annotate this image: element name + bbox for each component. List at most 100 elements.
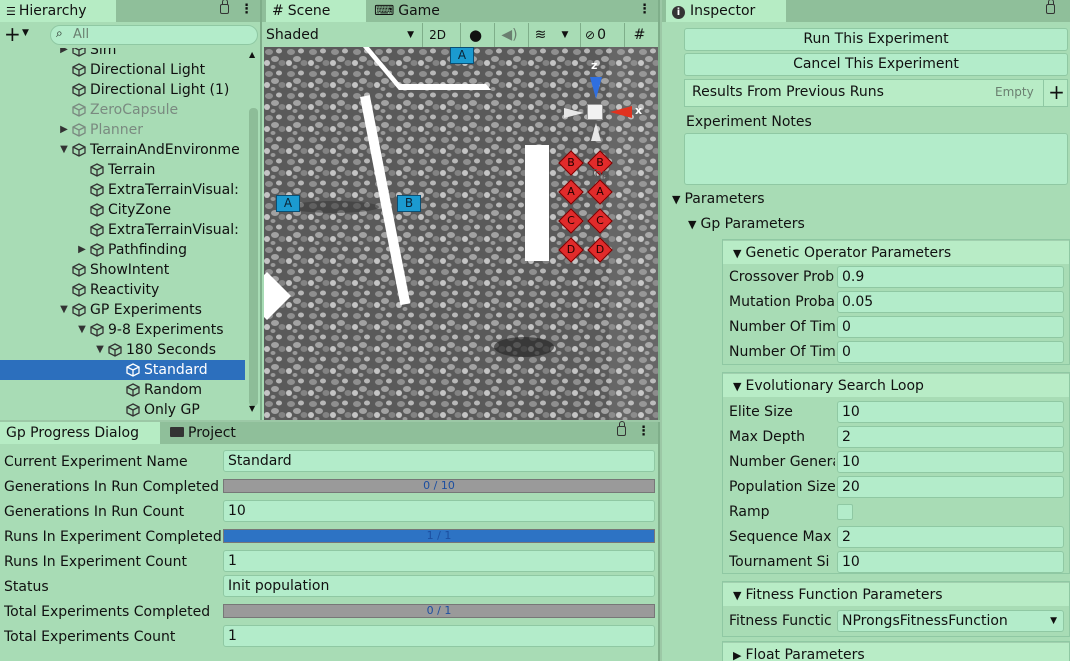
run-experiment-button[interactable]: Run This Experiment [684, 28, 1068, 51]
lock-icon[interactable] [617, 421, 626, 436]
gizmo-neg-z-icon[interactable] [591, 123, 601, 141]
progress-row-field[interactable]: 1 [223, 550, 655, 572]
kebab-menu-icon[interactable]: ⋮ [637, 424, 650, 440]
grid-snap-icon[interactable]: # [624, 23, 654, 47]
hierarchy-item[interactable]: ▼ 9-8 Experiments [0, 320, 245, 340]
hierarchy-item[interactable]: Terrain [0, 160, 245, 180]
expanded-arrow-icon[interactable]: ▼ [58, 140, 70, 160]
search-input[interactable]: ⌕ All [50, 25, 258, 45]
hierarchy-item[interactable]: Directional Light (1) [0, 80, 245, 100]
red-waypoint-marker[interactable]: A [558, 179, 584, 205]
progress-bar: 0 / 1 [223, 604, 655, 618]
add-result-button[interactable]: + [1043, 79, 1069, 107]
blue-waypoint-label[interactable]: A [450, 47, 474, 64]
hierarchy-item[interactable]: ▶ Planner [0, 120, 245, 140]
gizmo-z-axis-icon[interactable] [590, 77, 602, 99]
hierarchy-item[interactable]: ExtraTerrainVisual: [0, 220, 245, 240]
tab-game[interactable]: ⌨ Game [368, 0, 448, 22]
float-parameters-header[interactable]: ▶ Float Parameters [723, 642, 1069, 661]
hierarchy-item[interactable]: ▼ 180 Seconds [0, 340, 245, 360]
hierarchy-item[interactable]: Random [0, 380, 245, 400]
progress-row-field[interactable]: Init population [223, 575, 655, 597]
hierarchy-item[interactable]: ShowIntent [0, 260, 245, 280]
shading-mode-dropdown[interactable]: Shaded ▼ [266, 24, 416, 46]
expanded-arrow-icon[interactable]: ▼ [94, 340, 106, 360]
results-list-header[interactable]: Results From Previous Runs Empty + [684, 79, 1068, 107]
gp-parameters-foldout[interactable]: ▼ Gp Parameters [688, 216, 805, 236]
add-button[interactable]: + [4, 24, 21, 44]
chevron-down-icon[interactable]: ▼ [556, 23, 574, 47]
genetic-operator-header[interactable]: ▼ Genetic Operator Parameters [723, 240, 1069, 264]
hierarchy-item[interactable]: Standard [0, 360, 245, 380]
toggle-2d-button[interactable]: 2D [422, 23, 452, 47]
hierarchy-item[interactable]: ▶ Pathfinding [0, 240, 245, 260]
parameter-field[interactable]: 0.9 [837, 266, 1064, 288]
hierarchy-item[interactable]: CityZone [0, 200, 245, 220]
gizmo-center[interactable] [587, 104, 603, 120]
gizmo-neg-x-icon[interactable] [564, 108, 584, 118]
hierarchy-item[interactable]: Only GP [0, 400, 245, 420]
parameters-foldout[interactable]: ▼ Parameters [672, 191, 765, 211]
red-waypoint-marker[interactable]: A [587, 179, 613, 205]
hierarchy-item[interactable]: ExtraTerrainVisual: [0, 180, 245, 200]
blue-waypoint-label[interactable]: B [397, 195, 421, 212]
tab-scene[interactable]: # Scene [266, 0, 366, 22]
red-waypoint-marker[interactable]: B [558, 150, 584, 176]
parameter-field[interactable]: 10 [837, 451, 1064, 473]
parameter-field[interactable]: 2 [837, 526, 1064, 548]
tab-inspector[interactable]: i Inspector [666, 0, 786, 22]
hierarchy-item[interactable]: Directional Light [0, 60, 245, 80]
audio-icon[interactable]: ◀) [494, 23, 524, 47]
parameter-field[interactable]: 0 [837, 316, 1064, 338]
collapsed-arrow-icon[interactable]: ▶ [58, 120, 70, 140]
progress-row-field[interactable]: 1 [223, 625, 655, 647]
red-waypoint-marker[interactable]: C [587, 208, 613, 234]
progress-row-field[interactable]: 10 [223, 500, 655, 522]
collapsed-arrow-icon[interactable]: ▶ [58, 48, 70, 60]
tab-hierarchy[interactable]: ☰ Hierarchy [0, 0, 116, 22]
red-waypoint-marker[interactable]: D [587, 237, 613, 263]
tab-project[interactable]: Project [164, 422, 264, 444]
scroll-down-icon[interactable]: ▼ [249, 404, 255, 413]
scene-gizmo[interactable]: z x [564, 55, 644, 145]
red-waypoint-marker[interactable]: C [558, 208, 584, 234]
parameter-field[interactable]: 10 [837, 551, 1064, 573]
fitness-function-dropdown[interactable]: NProngsFitnessFunction ▼ [837, 610, 1064, 632]
hierarchy-item[interactable]: Reactivity [0, 280, 245, 300]
parameter-field[interactable]: 2 [837, 426, 1064, 448]
fitness-function-header[interactable]: ▼ Fitness Function Parameters [723, 582, 1069, 606]
parameter-field[interactable]: 10 [837, 401, 1064, 423]
effects-icon[interactable]: ≋ [528, 23, 552, 47]
parameter-checkbox[interactable] [837, 504, 853, 520]
lighting-icon[interactable]: ● [460, 23, 490, 47]
scene-viewport[interactable]: A A B BBAACCDD Top z x [264, 47, 658, 420]
gizmo-x-axis-icon[interactable] [610, 106, 632, 118]
hierarchy-item-label: Sim [90, 48, 117, 58]
hierarchy-item[interactable]: ▼ GP Experiments [0, 300, 245, 320]
hidden-objects-button[interactable]: ⊘ 0 [580, 23, 618, 47]
hierarchy-item[interactable]: ZeroCapsule [0, 100, 245, 120]
cancel-experiment-button[interactable]: Cancel This Experiment [684, 53, 1068, 76]
kebab-menu-icon[interactable]: ⋮ [240, 2, 253, 18]
experiment-notes-textarea[interactable] [684, 133, 1068, 185]
hierarchy-item[interactable]: ▼ TerrainAndEnvironme [0, 140, 245, 160]
hierarchy-item[interactable]: ▶ Sim [0, 48, 245, 60]
scroll-thumb[interactable] [249, 108, 258, 406]
tab-gp-progress[interactable]: Gp Progress Dialog [0, 422, 160, 444]
kebab-menu-icon[interactable]: ⋮ [638, 2, 651, 18]
hierarchy-scrollbar[interactable]: ▲ ▼ [247, 48, 260, 420]
expanded-arrow-icon[interactable]: ▼ [58, 300, 70, 320]
expanded-arrow-icon[interactable]: ▼ [76, 320, 88, 340]
scroll-up-icon[interactable]: ▲ [249, 50, 255, 59]
parameter-field[interactable]: 20 [837, 476, 1064, 498]
blue-waypoint-label[interactable]: A [276, 195, 300, 212]
evolutionary-search-header[interactable]: ▼ Evolutionary Search Loop [723, 373, 1069, 397]
chevron-down-icon[interactable]: ▼ [22, 28, 29, 38]
progress-row-field[interactable]: Standard [223, 450, 655, 472]
lock-icon[interactable] [1046, 0, 1055, 14]
red-waypoint-marker[interactable]: D [558, 237, 584, 263]
lock-icon[interactable] [220, 0, 229, 14]
parameter-field[interactable]: 0 [837, 341, 1064, 363]
collapsed-arrow-icon[interactable]: ▶ [76, 240, 88, 260]
parameter-field[interactable]: 0.05 [837, 291, 1064, 313]
